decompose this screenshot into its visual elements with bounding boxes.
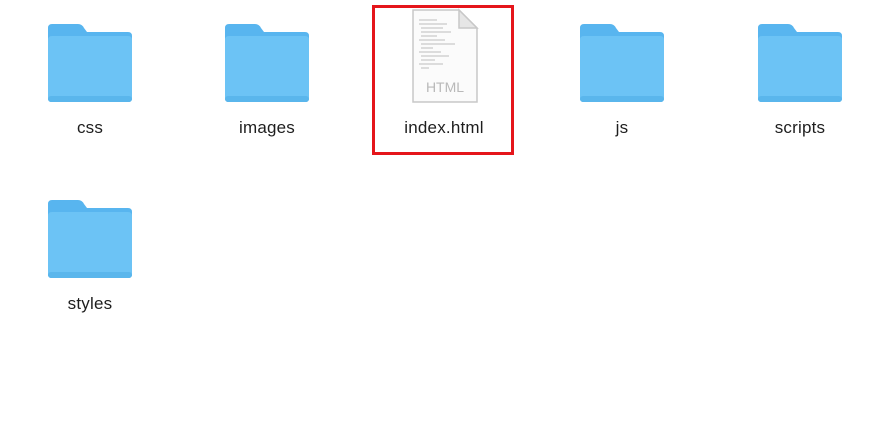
folder-label: js bbox=[615, 118, 629, 137]
folder-icon bbox=[580, 24, 664, 102]
folder-icon bbox=[758, 24, 842, 102]
file-index-html[interactable]: HTML index.html bbox=[374, 0, 514, 150]
folder-css[interactable]: css bbox=[20, 0, 160, 150]
folder-label: scripts bbox=[774, 118, 826, 137]
folder-scripts[interactable]: scripts bbox=[730, 0, 870, 150]
folder-label: images bbox=[238, 118, 295, 137]
folder-label: styles bbox=[67, 294, 113, 313]
file-label: index.html bbox=[404, 118, 484, 137]
folder-icon bbox=[48, 200, 132, 278]
file-type-badge: HTML bbox=[426, 79, 464, 95]
folder-js[interactable]: js bbox=[552, 0, 692, 150]
folder-label: css bbox=[76, 118, 104, 137]
folder-icon bbox=[48, 24, 132, 102]
folder-styles[interactable]: styles bbox=[20, 176, 160, 326]
file-browser-icon-view: css images HTML index.html js scripts st… bbox=[0, 0, 880, 436]
html-file-icon: HTML bbox=[412, 8, 479, 103]
folder-images[interactable]: images bbox=[197, 0, 337, 150]
folder-icon bbox=[225, 24, 309, 102]
